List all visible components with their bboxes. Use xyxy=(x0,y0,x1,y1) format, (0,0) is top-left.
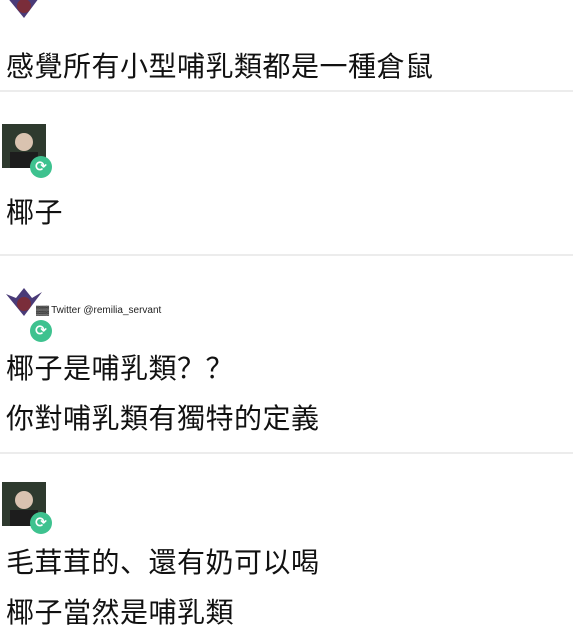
post-4: ⟳ 毛茸茸的、還有奶可以喝 椰子當然是哺乳類 xyxy=(0,454,573,640)
watermark-text: Twitter @remilia_servant xyxy=(51,305,162,316)
retweet-icon: ⟳ xyxy=(30,512,52,534)
post-text-line: 感覺所有小型哺乳類都是一種倉鼠 xyxy=(6,50,434,83)
post-text-line: 椰子當然是哺乳類 xyxy=(6,596,235,629)
user-avatar-bat-icon[interactable] xyxy=(2,0,46,30)
post-2: ⟳ 椰子 xyxy=(0,92,573,254)
post-text-line: 椰子 xyxy=(6,196,64,229)
retweet-icon: ⟳ xyxy=(30,320,52,342)
watermark: ▓▓ Twitter @remilia_servant xyxy=(36,304,161,317)
post-3: ⟳ 椰子是哺乳類？？ 你對哺乳類有獨特的定義 xyxy=(0,256,573,452)
post-1: 感覺所有小型哺乳類都是一種倉鼠 xyxy=(0,0,573,90)
retweet-icon: ⟳ xyxy=(30,156,52,178)
post-text-line: 椰子是哺乳類？？ xyxy=(6,352,235,385)
post-text-line: 毛茸茸的、還有奶可以喝 xyxy=(6,546,320,579)
post-text-line: 你對哺乳類有獨特的定義 xyxy=(6,402,320,435)
watermark-mark: ▓▓ xyxy=(36,305,50,315)
